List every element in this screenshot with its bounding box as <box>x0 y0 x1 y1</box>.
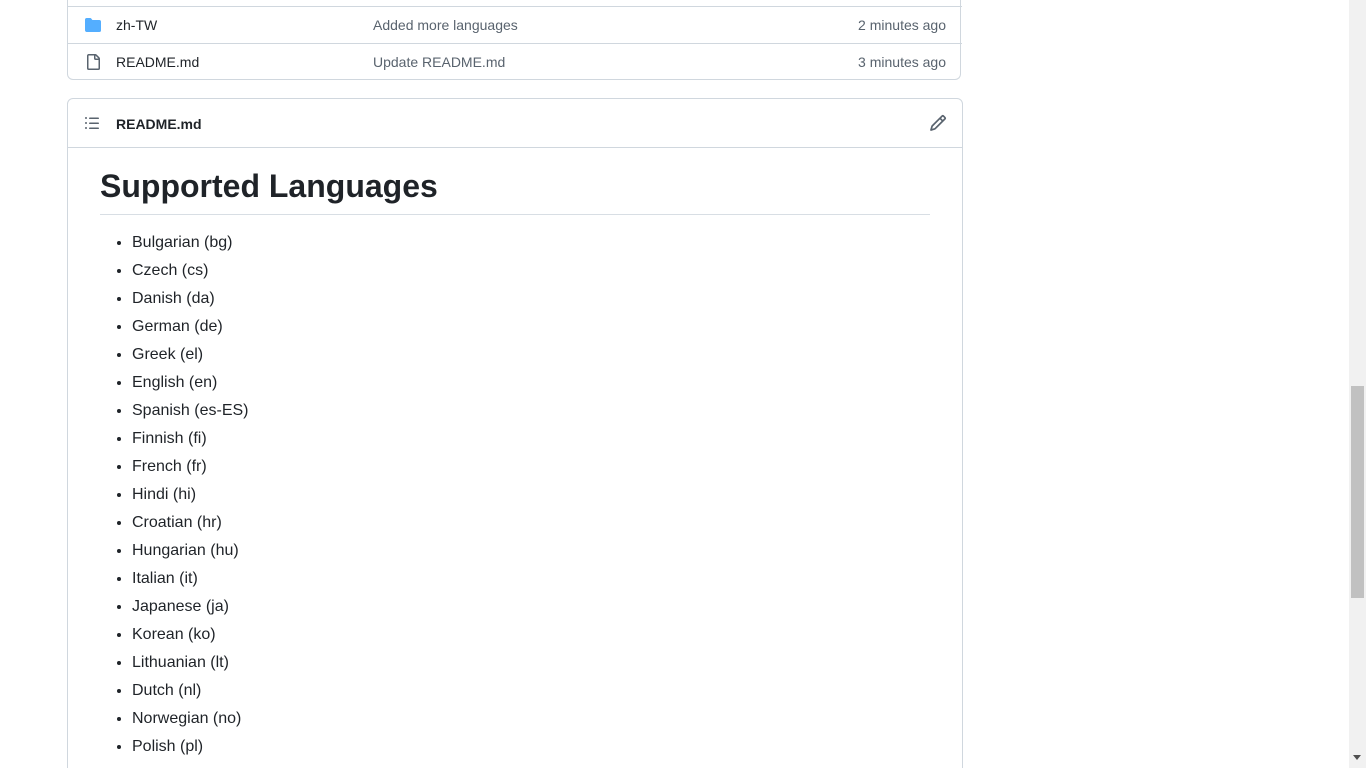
list-item: Lithuanian (lt) <box>132 649 930 677</box>
language-list: Bulgarian (bg) Czech (cs) Danish (da) Ge… <box>100 229 930 761</box>
list-item: Czech (cs) <box>132 257 930 285</box>
file-row-readme[interactable]: README.md Update README.md 3 minutes ago <box>68 43 962 80</box>
page-scrollbar[interactable] <box>1349 0 1366 768</box>
readme-header: README.md <box>68 99 962 148</box>
list-item: Hungarian (hu) <box>132 537 930 565</box>
list-item: Croatian (hr) <box>132 509 930 537</box>
folder-icon <box>84 17 102 33</box>
file-table: zh-TW Added more languages 2 minutes ago… <box>67 0 962 80</box>
file-row-zh-tw[interactable]: zh-TW Added more languages 2 minutes ago <box>68 6 962 43</box>
list-item: Dutch (nl) <box>132 677 930 705</box>
commit-time: 3 minutes ago <box>858 54 946 70</box>
list-item: Finnish (fi) <box>132 425 930 453</box>
list-item: English (en) <box>132 369 930 397</box>
list-item: Bulgarian (bg) <box>132 229 930 257</box>
list-item: Greek (el) <box>132 341 930 369</box>
list-item: Norwegian (no) <box>132 705 930 733</box>
table-of-contents-icon[interactable] <box>83 115 101 131</box>
readme-title: README.md <box>116 116 202 132</box>
readme-content: Supported Languages Bulgarian (bg) Czech… <box>100 148 930 761</box>
list-item: Japanese (ja) <box>132 593 930 621</box>
list-item: Korean (ko) <box>132 621 930 649</box>
list-item: French (fr) <box>132 453 930 481</box>
scroll-down-arrow-icon[interactable] <box>1353 755 1361 760</box>
commit-message-link[interactable]: Added more languages <box>373 17 518 33</box>
list-item: German (de) <box>132 313 930 341</box>
file-icon <box>84 54 102 70</box>
list-item: Hindi (hi) <box>132 481 930 509</box>
commit-message-link[interactable]: Update README.md <box>373 54 505 70</box>
list-item: Danish (da) <box>132 285 930 313</box>
list-item: Italian (it) <box>132 565 930 593</box>
commit-time: 2 minutes ago <box>858 17 946 33</box>
file-name-link[interactable]: README.md <box>116 54 199 70</box>
file-name-link[interactable]: zh-TW <box>116 17 157 33</box>
readme-heading: Supported Languages <box>100 148 930 215</box>
pencil-icon[interactable] <box>929 114 947 132</box>
scrollbar-thumb[interactable] <box>1351 386 1364 598</box>
readme-panel: README.md Supported Languages Bulgarian … <box>67 98 963 768</box>
list-item: Polish (pl) <box>132 733 930 761</box>
page: zh-TW Added more languages 2 minutes ago… <box>0 0 1366 768</box>
list-item: Spanish (es-ES) <box>132 397 930 425</box>
